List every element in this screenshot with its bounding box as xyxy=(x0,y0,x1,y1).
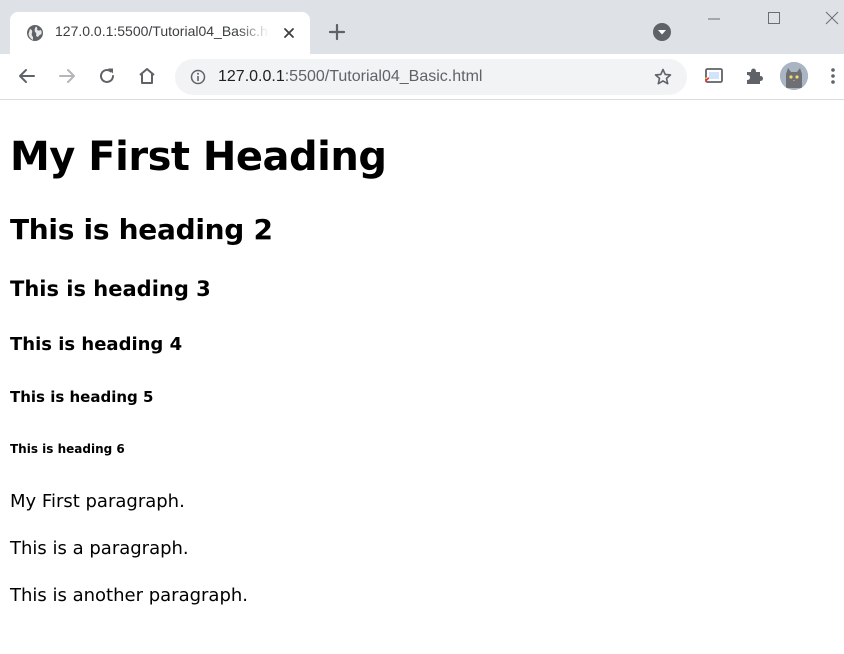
browser-toolbar: 127.0.0.1:5500/Tutorial04_Basic.html xyxy=(0,54,844,100)
cast-icon[interactable] xyxy=(703,65,725,87)
maximize-icon[interactable] xyxy=(764,8,784,28)
forward-arrow-icon[interactable] xyxy=(56,65,78,87)
home-icon[interactable] xyxy=(136,65,158,87)
url-path: :5500/Tutorial04_Basic.html xyxy=(284,68,483,85)
new-tab-plus-icon[interactable] xyxy=(327,22,347,42)
paragraph: My First paragraph. xyxy=(10,491,185,512)
info-icon[interactable] xyxy=(190,69,206,85)
heading-3: This is heading 3 xyxy=(10,277,211,301)
minimize-icon[interactable] xyxy=(704,8,724,28)
heading-1: My First Heading xyxy=(10,134,387,180)
heading-4: This is heading 4 xyxy=(10,334,183,355)
tab-search-icon[interactable] xyxy=(652,22,672,42)
page-viewport: My First Heading This is heading 2 This … xyxy=(0,101,844,654)
reload-icon[interactable] xyxy=(96,65,118,87)
profile-avatar[interactable] xyxy=(780,62,808,90)
close-icon[interactable] xyxy=(281,25,297,41)
window-close-icon[interactable] xyxy=(822,8,842,28)
more-vertical-icon[interactable] xyxy=(824,65,842,87)
heading-5: This is heading 5 xyxy=(10,388,154,406)
tab-title: 127.0.0.1:5500/Tutorial04_Basic.html xyxy=(55,23,269,39)
heading-6: This is heading 6 xyxy=(10,442,125,456)
paragraph: This is another paragraph. xyxy=(10,585,249,606)
back-arrow-icon[interactable] xyxy=(16,65,38,87)
globe-icon xyxy=(27,25,43,41)
url-text[interactable]: 127.0.0.1:5500/Tutorial04_Basic.html xyxy=(218,68,482,86)
browser-titlebar: 127.0.0.1:5500/Tutorial04_Basic.html xyxy=(0,0,844,54)
url-host: 127.0.0.1 xyxy=(218,68,285,85)
paragraph: This is a paragraph. xyxy=(10,538,189,559)
bookmark-star-icon[interactable] xyxy=(653,67,673,87)
address-bar[interactable]: 127.0.0.1:5500/Tutorial04_Basic.html xyxy=(175,59,687,95)
heading-2: This is heading 2 xyxy=(10,213,273,246)
browser-tab[interactable]: 127.0.0.1:5500/Tutorial04_Basic.html xyxy=(10,12,310,54)
cat-avatar-icon xyxy=(780,62,808,90)
extensions-puzzle-icon[interactable] xyxy=(743,65,765,87)
